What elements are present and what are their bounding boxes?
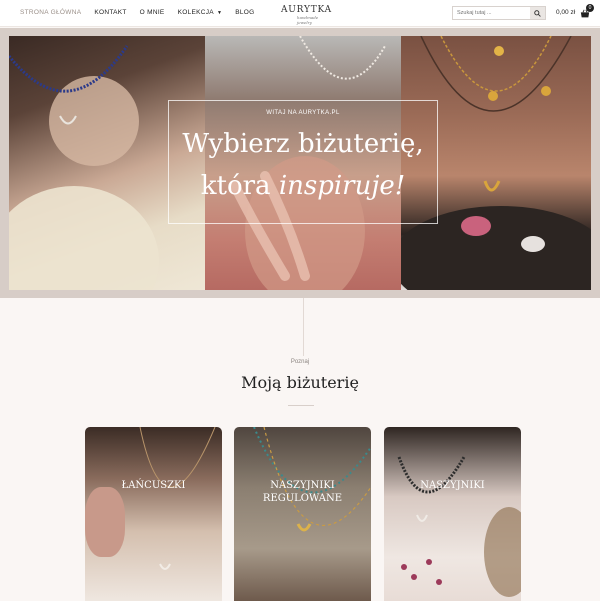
chevron-down-icon: ▼	[216, 9, 223, 16]
logo-script: handmade jewelry	[297, 15, 319, 25]
category-card-chains[interactable]: ŁAŃCUSZKI	[85, 427, 222, 601]
search-input[interactable]	[453, 7, 531, 19]
site-logo[interactable]: AURYTKA handmade jewelry	[281, 4, 331, 25]
category-card-necklaces[interactable]: NASZYJNIKI	[384, 427, 521, 601]
logo-text: AURYTKA	[281, 5, 332, 15]
nav-contact[interactable]: KONTAKT	[94, 9, 126, 16]
hero-heading-main: która	[200, 171, 279, 201]
search-form	[452, 6, 546, 20]
cart-total[interactable]: 0,00 zł	[556, 9, 575, 16]
vertical-divider	[303, 298, 304, 356]
cart-count-badge: 0	[586, 4, 594, 12]
search-icon	[534, 9, 541, 17]
nav-home[interactable]: STRONA GŁÓWNA	[20, 9, 81, 16]
category-card-adjustable-necklaces[interactable]: NASZYJNIKI REGULOWANE	[234, 427, 371, 601]
hero-heading-line1: Wybierz biżuterię,	[182, 129, 424, 159]
hero-text-frame: WITAJ NA AURYTKA.PL Wybierz biżuterię, k…	[168, 100, 438, 224]
nav-about[interactable]: O MNIE	[140, 9, 165, 16]
nav-collection-label: KOLEKCJA	[177, 9, 214, 16]
category-label: NASZYJNIKI REGULOWANE	[262, 480, 343, 504]
section-kicker: Poznaj	[290, 359, 310, 365]
hero-banner: WITAJ NA AURYTKA.PL Wybierz biżuterię, k…	[0, 28, 600, 298]
title-underline	[288, 405, 314, 406]
hero-heading-script: inspiruje!	[278, 171, 406, 201]
site-header: STRONA GŁÓWNA KONTAKT O MNIE KOLEKCJA ▼ B…	[0, 0, 600, 27]
category-label: ŁAŃCUSZKI	[121, 480, 186, 491]
nav-collection[interactable]: KOLEKCJA ▼	[178, 9, 223, 16]
main-nav: STRONA GŁÓWNA KONTAKT O MNIE KOLEKCJA ▼ B…	[20, 9, 267, 16]
hero-subtitle: WITAJ NA AURYTKA.PL	[266, 110, 340, 116]
category-label: NASZYJNIKI	[420, 480, 485, 491]
search-button[interactable]	[530, 7, 545, 19]
hero-heading-line2: która inspiruje!	[169, 171, 437, 201]
section-title: Moją biżuterię	[241, 373, 359, 392]
nav-blog[interactable]: BLOG	[235, 9, 254, 16]
